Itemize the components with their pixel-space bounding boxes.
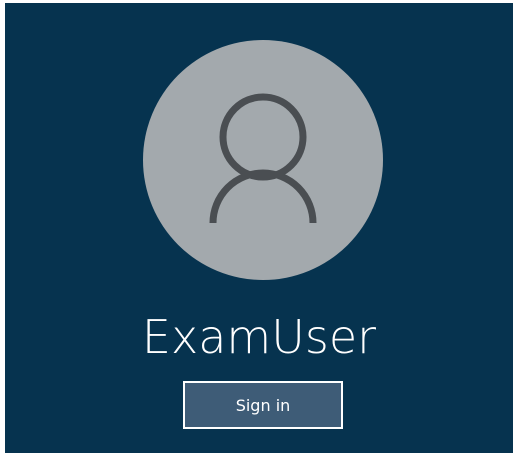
username-label: ExamUser: [141, 310, 377, 364]
user-avatar: [143, 40, 383, 280]
lock-screen: ExamUser Sign in: [5, 3, 513, 453]
user-silhouette-icon: [209, 93, 317, 224]
sign-in-button[interactable]: Sign in: [183, 381, 343, 429]
